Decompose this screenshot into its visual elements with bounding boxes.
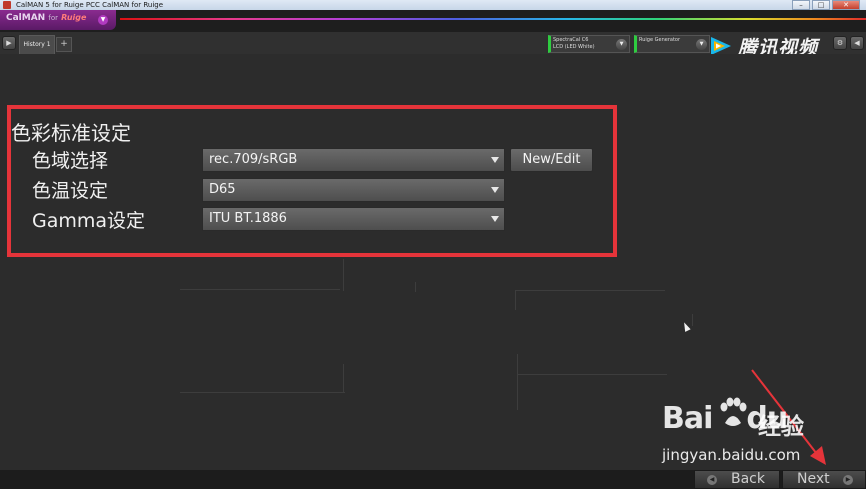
- generator-selector[interactable]: Ruige Generator ▼: [634, 35, 710, 53]
- app-window: CalMAN 5 for Ruige PCC CalMAN for Ruige …: [0, 0, 866, 489]
- next-label: Next: [797, 471, 830, 487]
- window-title: CalMAN 5 for Ruige PCC CalMAN for Ruige: [16, 1, 164, 9]
- divider: [415, 282, 416, 292]
- gamut-select[interactable]: rec.709/sRGB: [202, 148, 505, 172]
- baidu-logo-left: Bai: [662, 401, 713, 436]
- app-icon: [3, 1, 11, 9]
- white-point-label: 色温设定: [32, 180, 109, 202]
- chevron-down-icon: [491, 157, 499, 163]
- brand-bar: CalMAN for Ruige ▼: [0, 10, 866, 32]
- divider: [343, 364, 344, 392]
- brand-logo: CalMAN for Ruige: [6, 13, 86, 23]
- window-controls: – □ ✕: [792, 0, 860, 10]
- divider: [692, 314, 693, 326]
- divider: [515, 290, 665, 291]
- back-label: Back: [731, 471, 765, 487]
- gamma-select[interactable]: ITU BT.1886: [202, 207, 505, 231]
- baidu-jingyan-watermark: Bai du 经验 jingyan.baidu.com: [662, 397, 822, 467]
- gamut-label: 色域选择: [32, 150, 109, 172]
- brand-sub: for: [48, 14, 58, 22]
- tab-history-1[interactable]: History 1: [19, 35, 55, 54]
- gamma-value: ITU BT.1886: [209, 211, 287, 226]
- divider: [517, 354, 518, 410]
- maximize-button[interactable]: □: [812, 0, 830, 10]
- title-bar: CalMAN 5 for Ruige PCC CalMAN for Ruige …: [0, 0, 866, 10]
- chevron-down-icon: ▼: [696, 39, 707, 50]
- minimize-button[interactable]: –: [792, 0, 810, 10]
- close-button[interactable]: ✕: [832, 0, 860, 10]
- app-menu-button[interactable]: CalMAN for Ruige ▼: [0, 10, 116, 30]
- divider: [343, 259, 344, 291]
- divider: [180, 392, 345, 393]
- brand-maker: Ruige: [61, 13, 87, 22]
- footer-bar: ◀ Back Next ▶: [0, 470, 866, 489]
- play-icon[interactable]: ▶: [2, 36, 16, 50]
- gear-icon[interactable]: ⚙: [833, 36, 847, 50]
- white-point-value: D65: [209, 182, 236, 197]
- rainbow-stripe: [120, 18, 866, 20]
- chevron-down-icon: ▼: [98, 15, 108, 25]
- section-title: 色彩标准设定: [11, 121, 131, 145]
- chevron-down-icon: ▼: [616, 39, 627, 50]
- baidu-url: jingyan.baidu.com: [662, 446, 801, 464]
- back-arrow-icon: ◀: [707, 475, 717, 485]
- meter-selector[interactable]: SpectraCal C6 LCD (LED White) ▼: [548, 35, 630, 53]
- next-button[interactable]: Next ▶: [782, 470, 866, 489]
- divider: [517, 374, 667, 375]
- add-tab-button[interactable]: +: [56, 37, 72, 52]
- gamut-value: rec.709/sRGB: [209, 152, 298, 167]
- back-button[interactable]: ◀ Back: [694, 470, 780, 489]
- next-arrow-icon: ▶: [843, 475, 853, 485]
- new-edit-button[interactable]: New/Edit: [510, 148, 593, 172]
- gamma-label: Gamma设定: [32, 210, 146, 232]
- divider: [180, 289, 340, 290]
- chevron-down-icon: [491, 216, 499, 222]
- baidu-paw-icon: [720, 397, 747, 426]
- divider: [515, 290, 516, 310]
- chevron-down-icon: [491, 187, 499, 193]
- baidu-jingyan-text: 经验: [758, 414, 804, 440]
- white-point-select[interactable]: D65: [202, 178, 505, 202]
- brand-name: CalMAN: [6, 13, 46, 23]
- chevron-left-icon[interactable]: ◀: [850, 36, 864, 50]
